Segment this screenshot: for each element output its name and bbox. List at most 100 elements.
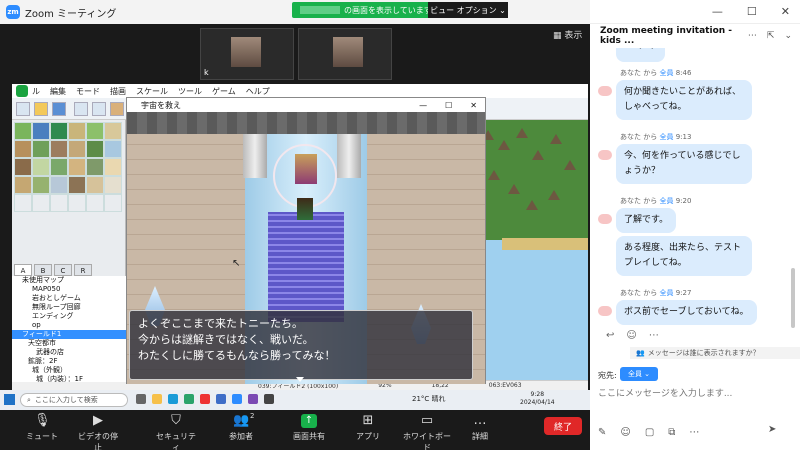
close-icon[interactable]: ✕ bbox=[470, 101, 477, 110]
map-tree-item[interactable]: MAP050 bbox=[12, 285, 126, 294]
taskbar-search[interactable]: ⌕ ここに入力して検索 bbox=[20, 393, 128, 407]
tile[interactable] bbox=[68, 158, 86, 176]
more-button[interactable]: … 詳細 bbox=[470, 414, 490, 442]
minimize-icon[interactable]: — bbox=[419, 101, 427, 110]
explorer-icon[interactable] bbox=[152, 394, 162, 404]
menu-item[interactable]: 描画 bbox=[110, 86, 126, 97]
tab-r[interactable]: R bbox=[74, 264, 92, 276]
map-tree-item[interactable]: 未使用マップ bbox=[12, 276, 126, 285]
paste-icon[interactable] bbox=[110, 102, 124, 116]
weather-widget[interactable]: 21°C 晴れ bbox=[412, 394, 446, 404]
new-icon[interactable] bbox=[16, 102, 30, 116]
zoom-taskbar-icon[interactable] bbox=[232, 394, 242, 404]
share-screen-button[interactable]: ↑ 画面共有 bbox=[292, 414, 326, 442]
stop-video-button[interactable]: ▶ ビデオの停止 bbox=[76, 414, 120, 450]
map-editor-view[interactable] bbox=[472, 120, 588, 380]
tile[interactable] bbox=[32, 140, 50, 158]
tile[interactable] bbox=[104, 194, 122, 212]
app-icon[interactable] bbox=[184, 394, 194, 404]
participant-video-2[interactable] bbox=[298, 28, 392, 80]
menu-item[interactable]: ヘルプ bbox=[246, 86, 270, 97]
emoji-icon[interactable]: ☺ bbox=[620, 427, 630, 438]
map-tree-item-selected[interactable]: フィールド1 bbox=[12, 330, 126, 339]
tile[interactable] bbox=[68, 122, 86, 140]
mute-button[interactable]: 🎙 ミュート bbox=[22, 414, 62, 442]
format-icon[interactable]: ✎ bbox=[598, 427, 606, 438]
tile[interactable] bbox=[50, 176, 68, 194]
popout-icon[interactable]: ⇱ bbox=[767, 31, 775, 41]
more-icon[interactable]: ⋯ bbox=[689, 427, 699, 438]
tile[interactable] bbox=[104, 140, 122, 158]
tile[interactable] bbox=[14, 140, 32, 158]
save-icon[interactable] bbox=[52, 102, 66, 116]
tile[interactable] bbox=[32, 194, 50, 212]
reply-icon[interactable]: ↩ bbox=[606, 330, 614, 341]
chat-scrollbar[interactable] bbox=[790, 48, 796, 344]
taskbar-clock[interactable]: 9:28 2024/04/14 bbox=[520, 391, 555, 407]
app-icon[interactable] bbox=[216, 394, 226, 404]
tile[interactable] bbox=[104, 158, 122, 176]
tile[interactable] bbox=[50, 194, 68, 212]
tile[interactable] bbox=[104, 176, 122, 194]
recipient-select[interactable]: 全員 ⌄ bbox=[620, 367, 658, 381]
menu-item[interactable]: ツール bbox=[178, 86, 202, 97]
tile[interactable] bbox=[86, 158, 104, 176]
participants-button[interactable]: 👥 参加者 2 bbox=[226, 412, 256, 442]
emoji-react-icon[interactable]: ☺ bbox=[626, 330, 636, 341]
scroll-thumb[interactable] bbox=[791, 268, 795, 328]
view-options-button[interactable]: ビュー オプション ⌄ bbox=[428, 2, 508, 18]
map-tree-item[interactable]: 無限ループ回廊 bbox=[12, 303, 126, 312]
tile[interactable] bbox=[32, 122, 50, 140]
chat-message-input[interactable] bbox=[598, 384, 794, 404]
screenshot-icon[interactable]: ⧉ bbox=[668, 427, 675, 438]
more-icon[interactable]: ⋯ bbox=[748, 31, 757, 41]
menu-item[interactable]: 編集 bbox=[50, 86, 66, 97]
windows-start-icon[interactable] bbox=[4, 394, 15, 405]
youtube-icon[interactable] bbox=[200, 394, 210, 404]
map-tree-item[interactable]: 鉱脈：2F bbox=[12, 357, 126, 366]
tab-b[interactable]: B bbox=[34, 264, 52, 276]
tile[interactable] bbox=[50, 158, 68, 176]
send-icon[interactable]: ➤ bbox=[768, 424, 776, 435]
tile[interactable] bbox=[50, 140, 68, 158]
tile[interactable] bbox=[14, 176, 32, 194]
end-meeting-button[interactable]: 終了 bbox=[544, 417, 582, 435]
minimize-icon[interactable]: — bbox=[712, 5, 723, 18]
task-view-icon[interactable] bbox=[136, 394, 146, 404]
tile[interactable] bbox=[104, 122, 122, 140]
chevron-down-icon[interactable]: ⌄ bbox=[784, 31, 792, 41]
dialog-box[interactable]: よくぞここまで来たトニーたち。 今からは謎解きではなく、戦いだ。 わたくしに勝て… bbox=[129, 310, 473, 382]
show-view-button[interactable]: ▦ 表示 bbox=[553, 28, 582, 41]
map-tree-item[interactable]: 城（外観） bbox=[12, 366, 126, 375]
map-tree-item[interactable]: 天空都市 bbox=[12, 339, 126, 348]
participant-video-1[interactable]: k bbox=[200, 28, 294, 80]
tile[interactable] bbox=[68, 140, 86, 158]
tile[interactable] bbox=[32, 176, 50, 194]
menu-item[interactable]: ゲーム bbox=[212, 86, 236, 97]
more-icon[interactable]: ⋯ bbox=[649, 330, 659, 341]
tile[interactable] bbox=[32, 158, 50, 176]
map-tree-item[interactable]: 武器の店 bbox=[12, 348, 126, 357]
menu-item[interactable]: ル bbox=[32, 86, 40, 97]
apps-button[interactable]: ⊞ アプリ bbox=[356, 414, 380, 442]
tile[interactable] bbox=[86, 176, 104, 194]
map-tree-item[interactable]: op bbox=[12, 321, 126, 330]
tile[interactable] bbox=[68, 176, 86, 194]
open-icon[interactable] bbox=[34, 102, 48, 116]
tile[interactable] bbox=[50, 122, 68, 140]
map-tree-item[interactable]: 岩おとしゲーム bbox=[12, 294, 126, 303]
whiteboard-button[interactable]: ▭ ホワイトボード bbox=[402, 414, 452, 450]
map-tree-item[interactable]: エンディング bbox=[12, 312, 126, 321]
tile[interactable] bbox=[86, 140, 104, 158]
copy-icon[interactable] bbox=[92, 102, 106, 116]
who-can-see-link[interactable]: 👥 メッセージは誰に表示されますか？ bbox=[630, 347, 800, 359]
close-icon[interactable]: ✕ bbox=[781, 5, 790, 18]
tab-c[interactable]: C bbox=[54, 264, 72, 276]
tile[interactable] bbox=[68, 194, 86, 212]
app-icon[interactable] bbox=[264, 394, 274, 404]
tile[interactable] bbox=[14, 158, 32, 176]
map-tree-item[interactable]: 城（内装）：1F bbox=[12, 375, 126, 384]
file-icon[interactable]: ▢ bbox=[645, 427, 654, 438]
edge-icon[interactable] bbox=[168, 394, 178, 404]
menu-item[interactable]: スケール bbox=[136, 86, 168, 97]
